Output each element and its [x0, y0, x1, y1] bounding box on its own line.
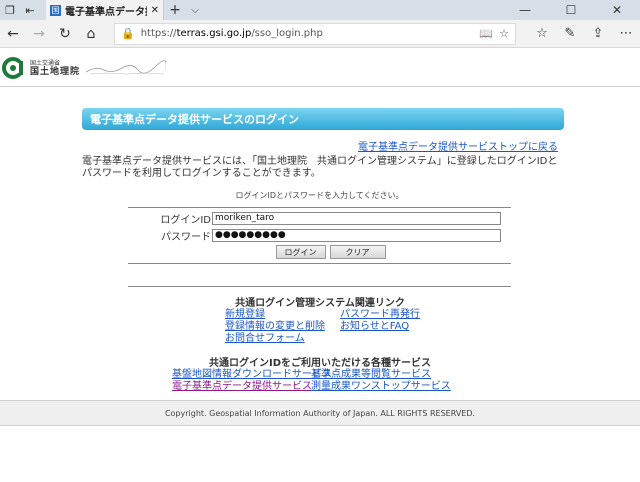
- browser-tab[interactable]: 国 電子基準点データ提供サ ✕: [46, 0, 164, 20]
- close-tab-icon[interactable]: ✕: [151, 5, 159, 16]
- gsi-logo-icon: [2, 56, 26, 79]
- divider: [128, 207, 511, 208]
- survey-onestop-link[interactable]: 測量成果ワンストップサービス: [311, 381, 471, 393]
- refresh-icon[interactable]: ↻: [52, 20, 78, 48]
- gsi-logo[interactable]: 国土交通省 国土地理院: [2, 56, 167, 79]
- site-header: 国土交通省 国土地理院: [0, 49, 640, 87]
- lock-icon[interactable]: 🔒: [121, 27, 135, 40]
- url-path: /sso_login.php: [251, 28, 323, 39]
- page-title: 電子基準点データ提供サービスのログイン: [82, 108, 564, 130]
- gnss-data-service-link[interactable]: 電子基準点データ提供サービス: [172, 381, 312, 393]
- set-aside-tabs-icon[interactable]: ⇤: [20, 0, 40, 20]
- chevron-down-icon[interactable]: ⌵: [186, 0, 204, 20]
- related-links: 共通ログイン管理システム関連リンク 新規登録 パスワード再発行 登録情報の変更と…: [0, 294, 640, 393]
- login-id-input[interactable]: [212, 211, 501, 225]
- login-instruction: ログインIDとパスワードを入力してください。: [235, 191, 404, 200]
- back-icon[interactable]: ←: [0, 20, 26, 48]
- notes-icon[interactable]: ✎: [556, 26, 584, 41]
- address-bar[interactable]: 🔒 https://terras.gsi.go.jp/sso_login.php…: [114, 22, 516, 45]
- main-content: 電子基準点データ提供サービスのログイン 電子基準点データ提供サービストップに戻る…: [0, 88, 640, 400]
- new-tab-icon[interactable]: +: [164, 0, 186, 20]
- forward-icon[interactable]: →: [26, 20, 52, 48]
- logo-title: 国土地理院: [30, 66, 81, 77]
- favorites-icon[interactable]: ☆: [528, 26, 556, 41]
- more-icon[interactable]: ⋯: [612, 26, 640, 41]
- share-icon[interactable]: ⇪: [584, 26, 612, 41]
- related-links-title: 共通ログイン管理システム関連リンク: [235, 298, 405, 309]
- control-point-results-link[interactable]: 基準点成果等閲覧サービス: [311, 369, 471, 381]
- minimize-icon[interactable]: —: [502, 0, 548, 20]
- change-registration-link[interactable]: 登録情報の変更と削除: [225, 321, 340, 333]
- page-blank-area: [0, 426, 640, 482]
- url-prefix: https://: [140, 28, 177, 39]
- navigation-bar: ← → ↻ ⌂ 🔒 https://terras.gsi.go.jp/sso_l…: [0, 20, 640, 48]
- favorite-star-icon[interactable]: ☆: [499, 27, 509, 40]
- services-title: 共通ログインIDをご利用いただける各種サービス: [208, 358, 432, 369]
- intro-text: 電子基準点データ提供サービスには、「国土地理院 共通ログイン管理システム」に登録…: [82, 156, 558, 179]
- register-link[interactable]: 新規登録: [225, 309, 340, 321]
- contact-form-link[interactable]: お問合せフォーム: [225, 333, 340, 345]
- tab-bar: ❐ ⇤ 国 電子基準点データ提供サ ✕ + ⌵ — ☐ ✕: [0, 0, 640, 20]
- password-label: パスワード: [161, 231, 211, 243]
- footer-copyright: Copyright. Geospatial Information Author…: [0, 400, 640, 426]
- maximize-icon[interactable]: ☐: [548, 0, 594, 20]
- tab-actions-icon[interactable]: ❐: [0, 0, 20, 20]
- login-form: ログインIDとパスワードを入力してください。 ログインID パスワード ログイン…: [128, 190, 511, 287]
- login-button[interactable]: ログイン: [275, 245, 326, 259]
- close-window-icon[interactable]: ✕: [594, 0, 640, 20]
- password-reissue-link[interactable]: パスワード再発行: [340, 309, 455, 321]
- home-icon[interactable]: ⌂: [78, 20, 104, 48]
- landscape-sketch-icon: [86, 59, 167, 74]
- password-input[interactable]: [212, 228, 501, 242]
- reading-view-icon[interactable]: 📖: [479, 27, 493, 40]
- basemap-download-link[interactable]: 基盤地図情報ダウンロードサービス: [172, 369, 332, 381]
- divider: [128, 286, 511, 287]
- news-faq-link[interactable]: お知らせとFAQ: [340, 321, 455, 333]
- clear-button[interactable]: クリア: [329, 245, 386, 259]
- back-to-top-link[interactable]: 電子基準点データ提供サービストップに戻る: [358, 138, 558, 153]
- tab-title: 電子基準点データ提供サ: [65, 6, 147, 18]
- url-text: https://terras.gsi.go.jp/sso_login.php: [141, 28, 474, 39]
- login-id-label: ログインID: [160, 214, 211, 226]
- url-domain: terras.gsi.go.jp: [176, 28, 252, 39]
- favicon-icon: 国: [50, 4, 61, 16]
